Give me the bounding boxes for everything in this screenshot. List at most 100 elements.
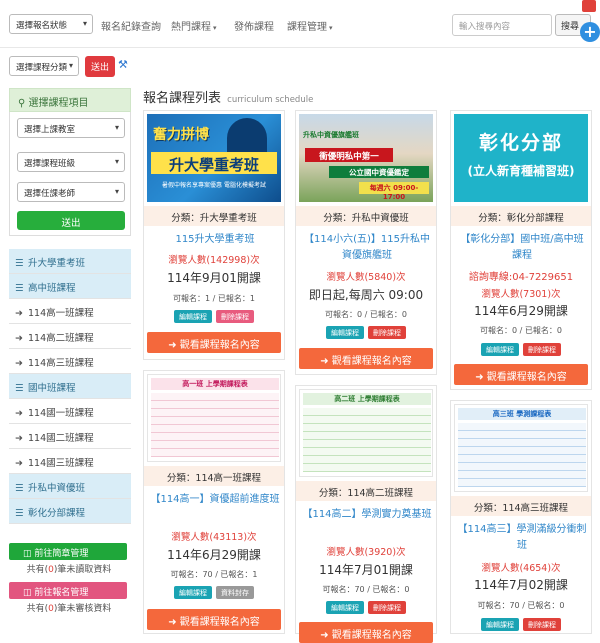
card-title[interactable]: 【114高三】學測滿級分衝刺班 xyxy=(457,522,587,554)
view-registration-button[interactable]: ➜ 觀看課程報名內容 xyxy=(147,609,281,630)
menu-item-114-grade10[interactable]: ➜ 114高一班課程 xyxy=(9,299,131,324)
category-select[interactable]: 選擇課程分類 ▾ xyxy=(9,56,79,76)
banner-text: 公立國中資優鑑定 xyxy=(329,166,429,178)
edit-course-button[interactable]: 編輯課程 xyxy=(481,618,519,631)
folder-icon: ◫ xyxy=(23,549,32,559)
card-category: 分類：114高二班課程 xyxy=(296,481,436,501)
nav-popular-courses[interactable]: 熱門課程 ▾ xyxy=(171,18,217,33)
card-actions: 編輯課程 資料封存 xyxy=(144,586,284,599)
sign-in-icon: ➜ xyxy=(475,372,484,383)
view-registration-button[interactable]: ➜ 觀看課程報名內容 xyxy=(299,622,433,643)
menu-label: 114國三班課程 xyxy=(28,458,94,469)
card-quota: 可報名：0 / 已報名：0 xyxy=(325,310,407,319)
category-select-value: 選擇課程分類 xyxy=(16,63,68,73)
menu-item-114-grade7[interactable]: ➜ 114國一班課程 xyxy=(9,399,131,424)
list-icon: ☰ xyxy=(15,508,24,519)
course-banner-image[interactable]: 升私中資優旗艦班 衝優明私中第一 公立國中資優鑑定 每週六 09:00-17:0… xyxy=(299,114,433,202)
timetable-grid xyxy=(458,423,586,487)
card-title[interactable]: 【彰化分部】國中班/高中班課程 xyxy=(457,232,587,264)
course-card: 高一班 上學期課程表 分類：114高一班課程 【114高一】資優超前進度班 瀏覽… xyxy=(143,370,285,634)
card-views: 瀏覽人數(142998)次 xyxy=(168,255,260,266)
course-card: 彰化分部 (立人新育種補習班) 分類：彰化分部課程 【彰化分部】國中班/高中班課… xyxy=(450,110,592,390)
registration-management-label: 前往報名管理 xyxy=(34,588,89,598)
menu-item-changhua[interactable]: ☰ 彰化分部課程 xyxy=(9,499,131,524)
arrow-right-icon: ➜ xyxy=(15,458,23,469)
course-banner-image[interactable]: 彰化分部 (立人新育種補習班) xyxy=(454,114,588,202)
card-start-date: 114年7月02開課 xyxy=(474,578,568,592)
add-icon[interactable]: + xyxy=(580,22,600,42)
sign-in-icon: ➜ xyxy=(320,630,329,641)
edit-course-button[interactable]: 編輯課程 xyxy=(174,586,212,599)
edit-course-button[interactable]: 編輯課程 xyxy=(326,601,364,614)
card-views: 瀏覽人數(43113)次 xyxy=(171,532,257,543)
chevron-down-icon: ▾ xyxy=(68,61,73,70)
card-title[interactable]: 【114高一】資優超前進度班 xyxy=(150,492,280,508)
card-start-date: 114年7月01開課 xyxy=(319,563,413,577)
nav-registration-records[interactable]: 報名紀錄查詢 xyxy=(101,18,161,33)
course-banner-image[interactable]: 高一班 上學期課程表 xyxy=(147,374,281,462)
page-subtitle: curriculum schedule xyxy=(227,95,314,105)
unread-note: 共有(0)筆未讀取資料 xyxy=(9,562,129,575)
course-banner-image[interactable]: 奮力拼博 升大學重考班 暑假中報名享專案優惠 電腦化模擬考試 xyxy=(147,114,281,202)
list-icon: ☰ xyxy=(15,383,24,394)
nav-publish-course[interactable]: 發佈課程 xyxy=(234,18,274,33)
card-category: 分類：114高一班課程 xyxy=(144,466,284,486)
card-views: 瀏覽人數(7301)次 xyxy=(481,289,561,300)
card-title[interactable]: 【114小六(五)】115升私中資優旗艦班 xyxy=(302,232,432,264)
card-start-date: 114年6月29開課 xyxy=(474,304,568,318)
page-title: 報名課程列表 curriculum schedule xyxy=(143,87,313,106)
card-category: 分類：升私中資優班 xyxy=(296,206,436,226)
note-text: )筆未審核資料 xyxy=(53,604,112,614)
brief-management-button[interactable]: ◫ 前往簡章管理 xyxy=(9,543,127,560)
status-select[interactable]: 選擇報名狀態 ▾ xyxy=(9,14,93,34)
menu-item-114-grade9[interactable]: ➜ 114國三班課程 xyxy=(9,449,131,474)
view-registration-button[interactable]: ➜ 觀看課程報名內容 xyxy=(299,348,433,369)
card-category: 分類：彰化分部課程 xyxy=(451,206,591,226)
registration-management-button[interactable]: ◫ 前往報名管理 xyxy=(9,582,127,599)
delete-course-button[interactable]: 刪除課程 xyxy=(368,326,406,339)
brief-management-label: 前往簡章管理 xyxy=(34,549,89,559)
banner-text: 彰化分部 xyxy=(478,132,563,154)
card-title[interactable]: 115升大學重考班 xyxy=(150,232,280,248)
class-select-value: 選擇課程班級 xyxy=(24,159,76,169)
card-quota: 可報名：0 / 已報名：0 xyxy=(480,326,562,335)
menu-item-114-grade8[interactable]: ➜ 114國二班課程 xyxy=(9,424,131,449)
edit-course-button[interactable]: 編輯課程 xyxy=(174,310,212,323)
menu-item-junior-high[interactable]: ☰ 國中班課程 xyxy=(9,374,131,399)
course-banner-image[interactable]: 高三班 學測課程表 xyxy=(454,404,588,492)
edit-course-button[interactable]: 編輯課程 xyxy=(481,343,519,356)
card-title[interactable]: 【114高二】學測實力奠基班 xyxy=(302,507,432,523)
menu-item-retake[interactable]: ☰ 升大學重考班 xyxy=(9,249,131,274)
view-registration-button[interactable]: ➜ 觀看課程報名內容 xyxy=(147,332,281,353)
teacher-select[interactable]: 選擇任課老師 ▾ xyxy=(17,182,125,202)
trash-icon[interactable] xyxy=(582,0,596,12)
menu-item-114-grade11[interactable]: ➜ 114高二班課程 xyxy=(9,324,131,349)
chevron-down-icon: ▾ xyxy=(82,19,87,28)
view-registration-label: 觀看課程報名內容 xyxy=(486,372,567,383)
timetable-grid xyxy=(303,408,431,472)
delete-course-button[interactable]: 刪除課程 xyxy=(523,343,561,356)
class-select[interactable]: 選擇課程班級 ▾ xyxy=(17,152,125,172)
search-input[interactable]: 輸入搜尋內容 xyxy=(452,14,552,36)
nav-course-management[interactable]: 課程管理 ▾ xyxy=(287,18,333,33)
course-banner-image[interactable]: 高二班 上學期課程表 xyxy=(299,389,433,477)
menu-item-private-gifted[interactable]: ☰ 升私中資優班 xyxy=(9,474,131,499)
delete-course-button[interactable]: 刪除課程 xyxy=(216,310,254,323)
panel-submit-button[interactable]: 送出 xyxy=(17,211,125,230)
edit-course-button[interactable]: 編輯課程 xyxy=(326,326,364,339)
note-text: 共有( xyxy=(26,565,49,575)
menu-item-114-grade12[interactable]: ➜ 114高三班課程 xyxy=(9,349,131,374)
card-contact-phone: 諮詢專線:04-7229651 xyxy=(468,272,574,283)
classroom-select[interactable]: 選擇上課教室 ▾ xyxy=(17,118,125,138)
delete-course-button[interactable]: 刪除課程 xyxy=(368,601,406,614)
card-actions: 編輯課程 刪除課程 xyxy=(296,601,436,614)
wrench-icon[interactable]: ⚒ xyxy=(118,58,128,71)
delete-course-button[interactable]: 刪除課程 xyxy=(523,618,561,631)
view-registration-button[interactable]: ➜ 觀看課程報名內容 xyxy=(454,364,588,385)
filter-submit-button[interactable]: 送出 xyxy=(85,56,116,77)
archive-course-button[interactable]: 資料封存 xyxy=(216,586,254,599)
card-start-date: 即日起,每周六 09:00 xyxy=(308,288,424,302)
menu-label: 114國一班課程 xyxy=(28,408,94,419)
arrow-right-icon: ➜ xyxy=(15,408,23,419)
menu-item-senior-high[interactable]: ☰ 高中班課程 xyxy=(9,274,131,299)
